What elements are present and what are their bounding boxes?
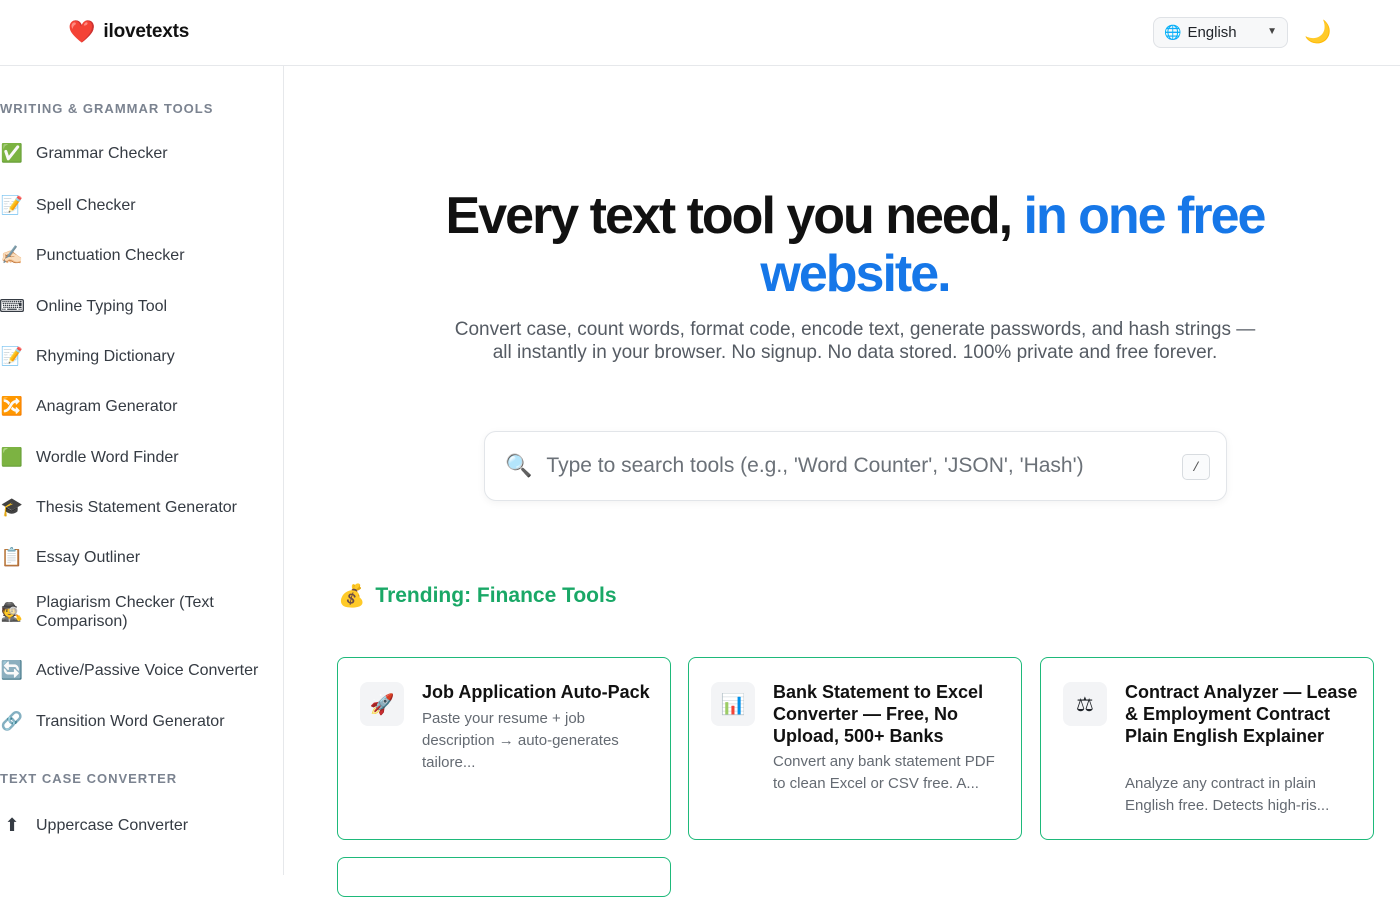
tool-card-title: Contract Analyzer — Lease & Employment C…: [1125, 682, 1358, 746]
writing-hand-icon: ✍🏻: [0, 244, 24, 265]
search-icon: 🔍: [505, 453, 533, 478]
tool-card-title: Bank Statement to Excel Converter — Free…: [773, 682, 984, 746]
refresh-icon: 🔄: [0, 659, 24, 680]
sidebar-item[interactable]: 🕵 Plagiarism Checker (Text Comparison): [0, 590, 270, 634]
money-bag-icon: 💰: [338, 583, 366, 608]
sidebar-item-label: Uppercase Converter: [36, 816, 189, 834]
sidebar-item[interactable]: ✍🏻 Punctuation Checker: [0, 243, 270, 267]
tool-card[interactable]: [337, 857, 671, 897]
sidebar-item-label: Grammar Checker: [36, 144, 168, 162]
sidebar-item-label: Wordle Word Finder: [36, 448, 179, 466]
sidebar-item[interactable]: ✅ Grammar Checker: [0, 141, 270, 165]
hero-title-main: Every text tool you need,: [445, 187, 1024, 245]
sidebar-section-writing: Writing & Grammar Tools: [0, 101, 214, 116]
graduation-cap-icon: 🎓: [0, 496, 24, 517]
sidebar-item-label: Rhyming Dictionary: [36, 347, 175, 365]
sidebar-item-label: Online Typing Tool: [36, 297, 168, 315]
brand-name: ilovetexts: [103, 21, 190, 42]
sidebar-item-label: Punctuation Checker: [36, 246, 185, 264]
keyboard-icon: ⌨: [0, 295, 25, 316]
sidebar-item[interactable]: 📋 Essay Outliner: [0, 545, 270, 569]
sidebar-item-label: Plagiarism Checker (Text Comparison): [36, 594, 214, 630]
chevron-down-icon: ▼: [1267, 26, 1277, 37]
trending-heading: 💰 Trending: Finance Tools: [338, 583, 617, 609]
detective-icon: 🕵: [0, 601, 24, 622]
sidebar-item[interactable]: ⌨ Online Typing Tool: [0, 294, 270, 318]
tool-card-description: Convert any bank statement PDF to clean …: [773, 753, 995, 792]
sidebar-item[interactable]: 📝 Spell Checker: [0, 193, 270, 217]
up-arrow-icon: ⬆: [4, 814, 20, 835]
rocket-icon: 🚀: [360, 682, 404, 726]
hero-title: Every text tool you need, in one free we…: [440, 187, 1270, 303]
sidebar-item-label: Active/Passive Voice Converter: [36, 661, 259, 679]
sidebar-item-label: Thesis Statement Generator: [36, 498, 237, 516]
search-box: 🔍 /: [484, 431, 1227, 501]
tool-card-description: Paste your resume + job description → au…: [422, 710, 619, 771]
trending-label: Trending: Finance Tools: [375, 584, 617, 607]
sidebar-item[interactable]: ⬆ Uppercase Converter: [0, 813, 270, 837]
sidebar-item-label: Anagram Generator: [36, 397, 178, 415]
green-square-icon: 🟩: [0, 446, 24, 467]
sidebar-item-label: Spell Checker: [36, 196, 136, 214]
tool-card-title: Job Application Auto-Pack: [422, 682, 650, 702]
language-value: English: [1187, 24, 1237, 41]
heart-icon: ❤️: [68, 19, 96, 44]
link-icon: 🔗: [0, 710, 24, 731]
tool-card[interactable]: 📊 Bank Statement to Excel Converter — Fr…: [688, 657, 1022, 840]
sidebar-item[interactable]: 🔄 Active/Passive Voice Converter: [0, 648, 270, 692]
sidebar-item-label: Transition Word Generator: [36, 712, 225, 730]
hero-subtitle: Convert case, count words, format code, …: [454, 319, 1256, 363]
memo-icon: 📝: [0, 194, 24, 215]
sidebar-item[interactable]: 🎓 Thesis Statement Generator: [0, 495, 270, 519]
memo-icon: 📝: [0, 345, 24, 366]
search-input[interactable]: [546, 454, 1147, 478]
globe-icon: 🌐: [1164, 24, 1182, 40]
check-mark-icon: ✅: [0, 142, 24, 163]
sidebar-item[interactable]: 📝 Rhyming Dictionary: [0, 344, 270, 368]
tool-card[interactable]: 🚀 Job Application Auto-Pack Paste your r…: [337, 657, 671, 840]
brand-logo[interactable]: ❤️ ilovetexts: [68, 18, 189, 46]
top-bar: ❤️ ilovetexts 🌐 English ▼ 🌙: [0, 0, 1400, 66]
moon-icon[interactable]: 🌙: [1304, 18, 1331, 46]
bar-chart-icon: 📊: [711, 682, 755, 726]
tool-card[interactable]: ⚖ Contract Analyzer — Lease & Employment…: [1040, 657, 1374, 840]
language-select[interactable]: 🌐 English ▼: [1153, 17, 1288, 48]
tool-card-description: Analyze any contract in plain English fr…: [1125, 775, 1330, 814]
sidebar: Writing & Grammar Tools Text Case Conver…: [0, 66, 284, 875]
shuffle-icon: 🔀: [0, 395, 24, 416]
scales-icon: ⚖: [1063, 682, 1107, 726]
sidebar-item[interactable]: 🔗 Transition Word Generator: [0, 709, 270, 733]
sidebar-section-case: Text Case Converter: [0, 771, 178, 786]
clipboard-icon: 📋: [0, 546, 24, 567]
search-shortcut-key: /: [1182, 454, 1210, 480]
sidebar-item[interactable]: 🟩 Wordle Word Finder: [0, 445, 270, 469]
sidebar-item[interactable]: 🔀 Anagram Generator: [0, 394, 270, 418]
sidebar-item-label: Essay Outliner: [36, 548, 141, 566]
